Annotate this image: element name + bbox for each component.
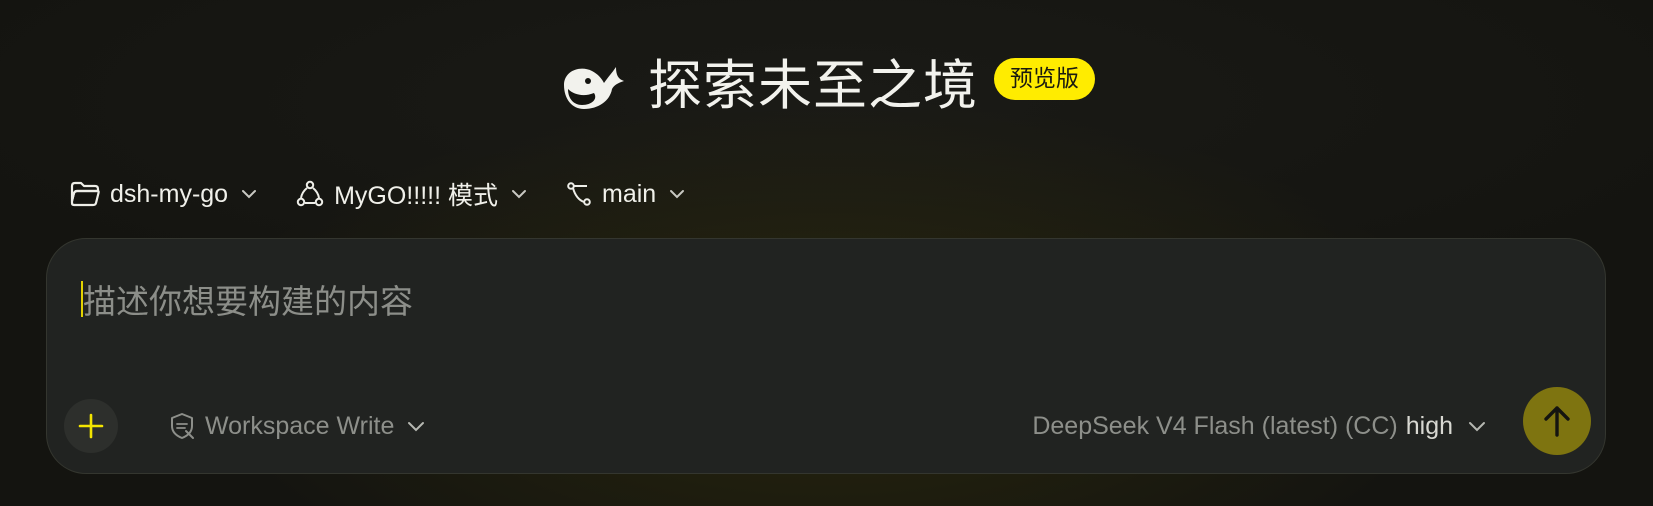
arrow-up-icon	[1544, 406, 1570, 437]
model-name: DeepSeek V4 Flash (latest) (CC)	[1032, 411, 1398, 440]
chevron-down-icon	[512, 190, 526, 199]
folder-icon	[70, 181, 100, 207]
send-button[interactable]	[1523, 387, 1591, 455]
chevron-down-icon	[670, 190, 685, 199]
preview-badge: 预览版	[994, 58, 1095, 100]
permission-selector[interactable]: Workspace Write	[169, 407, 426, 445]
branch-name: main	[602, 179, 657, 208]
project-selector[interactable]: dsh-my-go	[70, 180, 258, 209]
model-selector[interactable]: DeepSeek V4 Flash (latest) (CC) high	[1032, 407, 1487, 445]
prompt-input[interactable]: 描述你想要构建的内容	[81, 275, 413, 323]
header: 探索未至之境 预览版	[0, 54, 1653, 118]
context-selectors: dsh-my-go MyGO!!!!! 模式 main	[70, 176, 724, 212]
git-branch-icon	[567, 182, 591, 206]
chevron-down-icon	[408, 422, 425, 432]
prompt-placeholder: 描述你想要构建的内容	[83, 282, 413, 321]
mode-name: MyGO!!!!! 模式	[334, 182, 498, 210]
chevron-down-icon	[242, 190, 257, 199]
page-title: 探索未至之境	[648, 54, 978, 117]
mode-selector[interactable]: MyGO!!!!! 模式	[296, 176, 528, 212]
effort-level: high	[1405, 411, 1453, 440]
prompt-composer: 描述你想要构建的内容 Workspace Write DeepSeek V4 F…	[46, 238, 1606, 474]
project-name: dsh-my-go	[110, 179, 229, 208]
permission-label: Workspace Write	[205, 411, 395, 440]
branch-selector[interactable]: main	[566, 180, 686, 209]
add-attachment-button[interactable]	[64, 399, 118, 453]
plus-icon	[78, 413, 104, 439]
chevron-down-icon	[1469, 422, 1485, 432]
share-nodes-icon	[296, 180, 324, 207]
shield-icon	[171, 413, 194, 439]
whale-logo-icon	[558, 58, 628, 114]
